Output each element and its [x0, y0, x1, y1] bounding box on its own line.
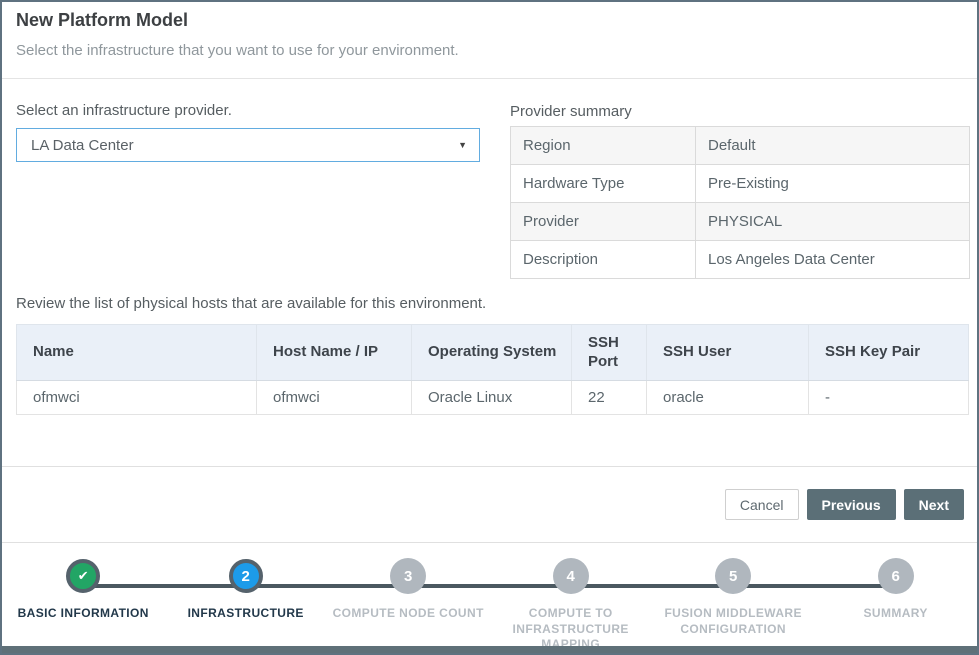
- stepper-step-infrastructure[interactable]: 2 INFRASTRUCTURE: [164, 553, 326, 653]
- page-title: New Platform Model: [16, 10, 188, 31]
- summary-label: Region: [511, 127, 696, 164]
- step-number: 2: [242, 568, 250, 585]
- column-header-ssh-user: SSH User: [647, 325, 809, 381]
- step-label: COMPUTE NODE COUNT: [329, 606, 487, 622]
- dropdown-arrow-icon: ▼: [458, 140, 467, 150]
- check-icon: ✔: [78, 568, 89, 584]
- summary-row-provider: Provider PHYSICAL: [511, 203, 969, 241]
- summary-label: Provider: [511, 203, 696, 240]
- stepper-step-fusion-middleware-configuration[interactable]: 5 FUSION MIDDLEWARE CONFIGURATION: [652, 553, 814, 653]
- summary-row-description: Description Los Angeles Data Center: [511, 241, 969, 279]
- summary-value: Los Angeles Data Center: [696, 241, 969, 278]
- provider-summary-title: Provider summary: [510, 103, 632, 120]
- column-header-ssh-key-pair: SSH Key Pair: [809, 325, 969, 381]
- step-label: INFRASTRUCTURE: [167, 606, 325, 622]
- step-label: BASIC INFORMATION: [4, 606, 162, 622]
- step-circle-upcoming: 3: [390, 558, 426, 594]
- wizard-stepper: ✔ BASIC INFORMATION 2 INFRASTRUCTURE 3 C…: [2, 543, 977, 653]
- hosts-header-row: Name Host Name / IP Operating System SSH…: [17, 325, 969, 381]
- infrastructure-provider-select[interactable]: LA Data Center ▼: [16, 128, 480, 162]
- step-circle-upcoming: 6: [878, 558, 914, 594]
- host-ssh-user-cell: oracle: [647, 381, 809, 415]
- step-circle-upcoming: 5: [715, 558, 751, 594]
- summary-row-hardware-type: Hardware Type Pre-Existing: [511, 165, 969, 203]
- physical-hosts-table: Name Host Name / IP Operating System SSH…: [16, 324, 969, 415]
- step-label: SUMMARY: [817, 606, 975, 622]
- host-table-row: ofmwci ofmwci Oracle Linux 22 oracle -: [17, 381, 969, 415]
- stepper-step-summary[interactable]: 6 SUMMARY: [814, 553, 976, 653]
- host-os-cell: Oracle Linux: [412, 381, 572, 415]
- cancel-button[interactable]: Cancel: [725, 489, 799, 520]
- next-button[interactable]: Next: [904, 489, 964, 520]
- new-platform-model-wizard: New Platform Model Select the infrastruc…: [0, 0, 979, 655]
- step-number: 4: [567, 568, 575, 585]
- actions-divider: [2, 466, 977, 467]
- hosts-description: Review the list of physical hosts that a…: [16, 295, 486, 312]
- summary-value: PHYSICAL: [696, 203, 969, 240]
- summary-row-region: Region Default: [511, 127, 969, 165]
- column-header-ssh-port: SSH Port: [572, 325, 647, 381]
- summary-value: Pre-Existing: [696, 165, 969, 202]
- stepper-step-compute-to-infrastructure-mapping[interactable]: 4 COMPUTE TO INFRASTRUCTURE MAPPING: [489, 553, 651, 653]
- step-circle-completed: ✔: [66, 559, 100, 593]
- bottom-frame-bar: [2, 646, 977, 653]
- summary-label: Hardware Type: [511, 165, 696, 202]
- column-header-name: Name: [17, 325, 257, 381]
- summary-value: Default: [696, 127, 969, 164]
- host-hostname-cell: ofmwci: [257, 381, 412, 415]
- stepper-step-basic-information[interactable]: ✔ BASIC INFORMATION: [2, 553, 164, 653]
- infrastructure-provider-selected-value: LA Data Center: [31, 137, 134, 154]
- step-number: 5: [729, 568, 737, 585]
- previous-button[interactable]: Previous: [807, 489, 896, 520]
- step-number: 3: [404, 568, 412, 585]
- header-divider: [2, 78, 977, 79]
- step-circle-active: 2: [229, 559, 263, 593]
- step-circle-upcoming: 4: [553, 558, 589, 594]
- host-ssh-port-cell: 22: [572, 381, 647, 415]
- page-subtitle: Select the infrastructure that you want …: [16, 42, 459, 59]
- host-ssh-key-pair-cell: -: [809, 381, 969, 415]
- action-button-row: Cancel Previous Next: [725, 489, 964, 520]
- column-header-host-name-ip: Host Name / IP: [257, 325, 412, 381]
- column-header-operating-system: Operating System: [412, 325, 572, 381]
- stepper-step-compute-node-count[interactable]: 3 COMPUTE NODE COUNT: [327, 553, 489, 653]
- step-number: 6: [891, 568, 899, 585]
- infrastructure-provider-label: Select an infrastructure provider.: [16, 102, 232, 119]
- step-label: FUSION MIDDLEWARE CONFIGURATION: [654, 606, 812, 637]
- provider-summary-table: Region Default Hardware Type Pre-Existin…: [510, 126, 970, 279]
- host-name-cell: ofmwci: [17, 381, 257, 415]
- summary-label: Description: [511, 241, 696, 278]
